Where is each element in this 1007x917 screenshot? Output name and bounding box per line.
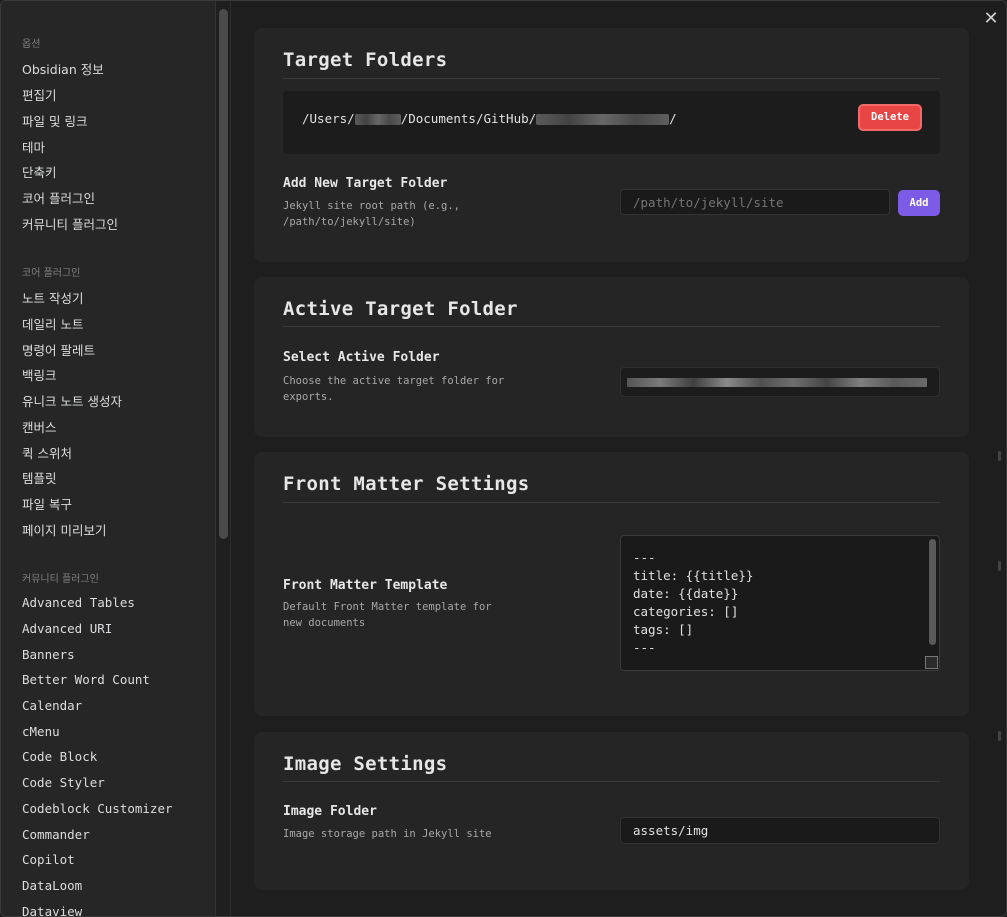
sidebar-item-editor[interactable]: 편집기 [22,85,57,104]
active-target-title: Active Target Folder [283,298,518,320]
template-line: categories: [] [633,604,739,619]
divider [283,326,940,327]
delete-button[interactable]: Delete [858,104,922,131]
sidebar-item-advanced-tables[interactable]: Advanced Tables [22,595,135,610]
sidebar-item-backlinks[interactable]: 백링크 [22,365,57,384]
settings-sidebar: 옵션 Obsidian 정보 편집기 파일 및 링크 테마 단축키 코어 플러그… [1,1,216,916]
front-matter-card: Front Matter Settings Front Matter Templ… [254,452,969,716]
template-line: tags: [] [633,622,694,637]
section-title-options: 옵션 [22,39,41,50]
active-target-card: Active Target Folder Select Active Folde… [254,277,969,437]
select-active-folder-label: Select Active Folder [283,350,440,365]
sidebar-item-theme[interactable]: 테마 [22,137,45,156]
target-folder-path: /Users//Documents/GitHub// [302,111,677,126]
sidebar-item-banners[interactable]: Banners [22,647,75,662]
image-folder-label: Image Folder [283,804,377,819]
sidebar-item-unique-note[interactable]: 유니크 노트 생성자 [22,391,122,410]
active-folder-select[interactable] [620,367,940,397]
sidebar-item-code-styler[interactable]: Code Styler [22,775,105,790]
settings-window: 옵션 Obsidian 정보 편집기 파일 및 링크 테마 단축키 코어 플러그… [0,0,1007,917]
template-line: --- [633,550,656,565]
front-matter-template-description: Default Front Matter template for new do… [283,601,492,629]
sidebar-item-community-plugins[interactable]: 커뮤니티 플러그인 [22,214,118,233]
divider [283,78,940,79]
target-folders-card: Target Folders /Users//Documents/GitHub/… [254,28,969,262]
divider [283,502,940,503]
sidebar-item-canvas[interactable]: 캔버스 [22,417,57,436]
sidebar-item-command-palette[interactable]: 명령어 팔레트 [22,340,95,359]
front-matter-template-label: Front Matter Template [283,578,448,593]
textarea-scrollbar[interactable] [929,539,936,645]
image-folder-description: Image storage path in Jekyll site [283,828,492,840]
template-line: title: {{title}} [633,568,754,583]
target-folders-title: Target Folders [283,49,448,71]
close-icon[interactable]: ✕ [983,10,999,28]
sidebar-item-dataview[interactable]: Dataview [22,904,82,916]
sidebar-item-calendar[interactable]: Calendar [22,698,82,713]
front-matter-title: Front Matter Settings [283,473,530,495]
sidebar-item-advanced-uri[interactable]: Advanced URI [22,621,112,636]
select-active-folder-description: Choose the active target folder for expo… [283,375,505,403]
sidebar-item-note-composer[interactable]: 노트 작성기 [22,288,83,307]
sidebar-scrollbar[interactable] [219,9,228,539]
add-target-folder-description: Jekyll site root path (e.g., /path/to/je… [283,200,461,228]
sidebar-item-daily-notes[interactable]: 데일리 노트 [22,314,83,333]
target-folder-path-input[interactable] [620,189,890,215]
sidebar-item-code-block[interactable]: Code Block [22,749,97,764]
sidebar-item-codeblock-customizer[interactable]: Codeblock Customizer [22,801,173,816]
sidebar-item-better-word-count[interactable]: Better Word Count [22,672,150,687]
sidebar-item-file-recovery[interactable]: 파일 복구 [22,494,72,513]
section-title-core-plugins: 코어 플러그인 [22,268,81,279]
divider [283,781,940,782]
image-settings-card: Image Settings Image Folder Image storag… [254,732,969,890]
sidebar-item-quick-switcher[interactable]: 퀵 스위처 [22,443,72,462]
add-target-folder-label: Add New Target Folder [283,176,448,191]
template-line: --- [633,640,656,655]
content-scrollbar[interactable] [997,31,1003,911]
sidebar-item-templates[interactable]: 템플릿 [22,468,57,487]
sidebar-item-cmenu[interactable]: cMenu [22,724,60,739]
sidebar-item-core-plugins[interactable]: 코어 플러그인 [22,188,95,207]
sidebar-item-hotkeys[interactable]: 단축키 [22,162,57,181]
sidebar-item-copilot[interactable]: Copilot [22,852,75,867]
sidebar-item-about[interactable]: Obsidian 정보 [22,59,104,78]
sidebar-item-files-links[interactable]: 파일 및 링크 [22,111,87,130]
add-button[interactable]: Add [898,190,940,216]
image-settings-title: Image Settings [283,753,448,775]
sidebar-item-page-preview[interactable]: 페이지 미리보기 [22,520,106,539]
image-folder-input[interactable]: assets/img [620,817,940,844]
resize-handle[interactable] [925,656,938,669]
template-line: date: {{date}} [633,586,739,601]
target-folder-row: /Users//Documents/GitHub// Delete [283,91,940,154]
sidebar-item-dataloom[interactable]: DataLoom [22,878,82,893]
front-matter-template-textarea[interactable]: --- title: {{title}} date: {{date}} cate… [620,535,940,671]
sidebar-item-commander[interactable]: Commander [22,827,90,842]
section-title-community-plugins: 커뮤니티 플러그인 [22,574,99,585]
